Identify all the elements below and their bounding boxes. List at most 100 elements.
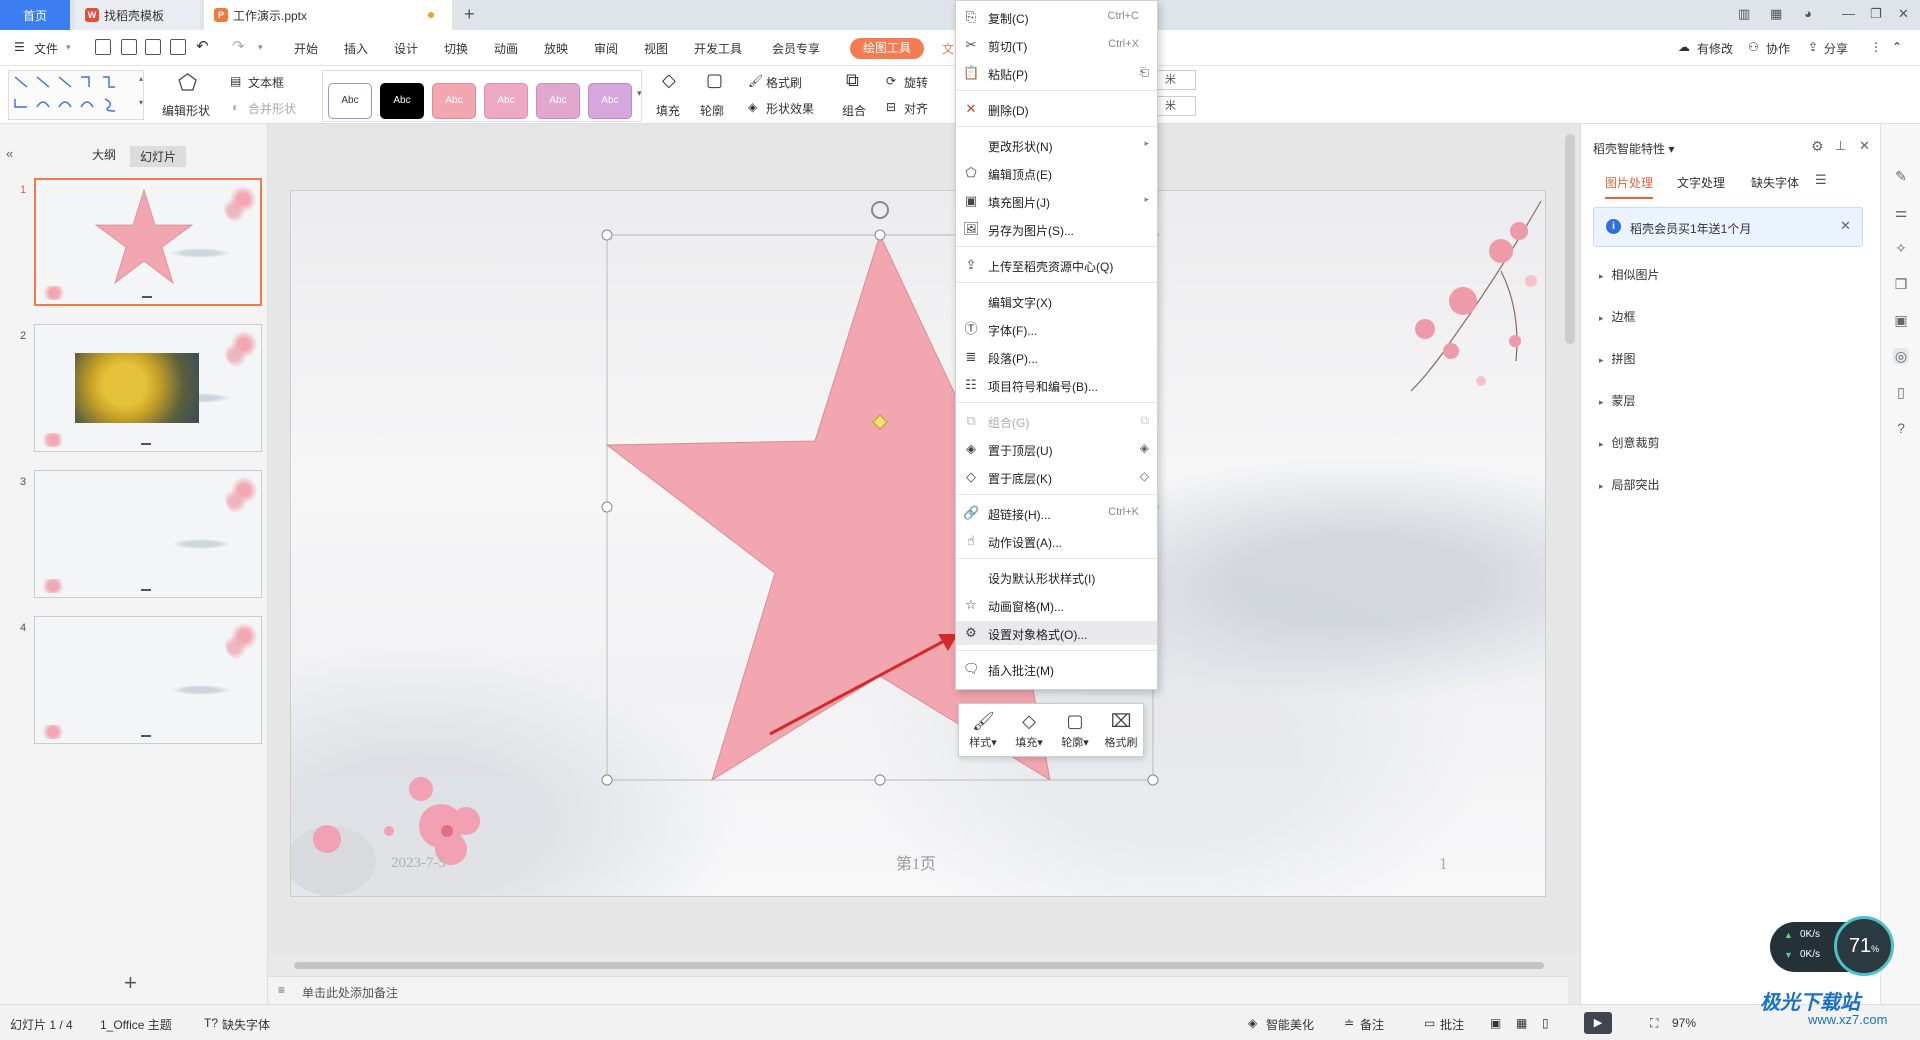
redo-icon[interactable]: ↷: [232, 37, 245, 55]
menu-insert[interactable]: 插入: [344, 40, 368, 57]
tab-docer-templates[interactable]: W 找稻壳模板: [75, 0, 200, 30]
menu-group[interactable]: ⧉ 组合(G) ⧉: [956, 409, 1157, 433]
smart-features-icon[interactable]: ◎: [1893, 348, 1909, 364]
style-gallery-more-icon[interactable]: ▾: [637, 88, 642, 99]
copy-tool-icon[interactable]: ❐: [1893, 276, 1909, 292]
menu-font[interactable]: Ⓣ 字体(F)...: [956, 317, 1157, 341]
menu-change-shape[interactable]: 更改形状(N) ▸: [956, 133, 1157, 157]
slide-page-label[interactable]: 第1页: [896, 850, 936, 874]
menu-bring-to-front[interactable]: ◈ 置于顶层(U) ◈: [956, 437, 1157, 461]
menu-paste[interactable]: 📋 粘贴(P) ⎗: [956, 61, 1157, 85]
edit-shape-button[interactable]: 编辑形状: [162, 102, 210, 119]
quick-access-chevron-icon[interactable]: ▾: [258, 42, 263, 53]
menu-design[interactable]: 设计: [394, 40, 418, 57]
item-border[interactable]: 边框: [1599, 308, 1636, 325]
member-promo-banner[interactable]: i 稻壳会员买1年送1个月 ✕: [1593, 207, 1863, 247]
menu-edit-points[interactable]: ⬠ 编辑顶点(E): [956, 161, 1157, 185]
adjust-icon[interactable]: ⚌: [1893, 204, 1909, 220]
reading-view-icon[interactable]: ▯: [1542, 1016, 1549, 1030]
book-icon[interactable]: ▯: [1893, 384, 1909, 400]
menu-send-to-back[interactable]: ◇ 置于底层(K) ◇: [956, 465, 1157, 489]
slide-thumbnail-2[interactable]: [34, 324, 262, 452]
item-mask[interactable]: 蒙层: [1599, 392, 1636, 409]
image-tool-icon[interactable]: ▣: [1893, 312, 1909, 328]
menu-set-default-style[interactable]: 设为默认形状样式(I): [956, 565, 1157, 589]
menu-text-tools[interactable]: 文: [942, 40, 954, 57]
menu-action-settings[interactable]: ☝ 动作设置(A)...: [956, 529, 1157, 553]
tab-outline[interactable]: 大纲: [92, 146, 116, 163]
slide-thumbnail-4[interactable]: [34, 616, 262, 744]
gallery-scroll-down-icon[interactable]: ▾: [139, 98, 143, 107]
fit-window-icon[interactable]: ⛶: [1650, 1016, 1658, 1031]
layout-icon[interactable]: ▥: [1738, 6, 1750, 22]
menu-transition[interactable]: 切换: [444, 40, 468, 57]
smart-beautify-button[interactable]: 智能美化: [1266, 1016, 1314, 1033]
notes-toggle-button[interactable]: 备注: [1360, 1016, 1384, 1033]
menu-file[interactable]: 文件: [34, 40, 58, 57]
user-avatar-icon[interactable]: ◕: [1804, 6, 1812, 21]
mini-outline-button[interactable]: ▢ 轮廓▾: [1053, 708, 1097, 754]
menu-insert-comment[interactable]: 🗨 插入批注(M): [956, 657, 1157, 681]
menu-delete[interactable]: ✕ 删除(D): [956, 97, 1157, 121]
style-sample-rose[interactable]: Abc: [484, 83, 528, 119]
menu-slideshow[interactable]: 放映: [544, 40, 568, 57]
bring-front-options-icon[interactable]: ◈: [1140, 441, 1149, 455]
item-similar-images[interactable]: 相似图片: [1599, 266, 1660, 283]
paste-options-icon[interactable]: ⎗: [1139, 65, 1149, 80]
memory-usage-gauge[interactable]: 71%: [1834, 916, 1894, 976]
item-collage[interactable]: 拼图: [1599, 350, 1636, 367]
tab-document[interactable]: P 工作演示.pptx: [204, 0, 452, 30]
menu-icon[interactable]: ☰: [1815, 172, 1827, 188]
menu-save-as-picture[interactable]: 🖼 另存为图片(S)...: [956, 217, 1157, 241]
missing-font-button[interactable]: 缺失字体: [222, 1016, 270, 1033]
minimize-icon[interactable]: —: [1842, 6, 1855, 21]
menu-edit-text[interactable]: 编辑文字(X): [956, 289, 1157, 313]
slide-thumbnail-3[interactable]: [34, 470, 262, 598]
menu-view[interactable]: 视图: [644, 40, 668, 57]
style-sample-pink[interactable]: Abc: [432, 83, 476, 119]
menu-upload-docer[interactable]: ⇪ 上传至稻壳资源中心(Q): [956, 253, 1157, 277]
slide-date[interactable]: 2023-7-5: [391, 855, 446, 872]
tab-slides[interactable]: 幻灯片: [130, 146, 187, 167]
normal-view-icon[interactable]: ▣: [1490, 1016, 1501, 1030]
pin-icon[interactable]: ⊥: [1835, 138, 1846, 154]
slide-page-number[interactable]: 1: [1439, 854, 1448, 874]
menu-fill-picture[interactable]: ▣ 填充图片(J) ▸: [956, 189, 1157, 213]
close-panel-icon[interactable]: ✕: [1859, 138, 1870, 154]
tab-missing-fonts[interactable]: 缺失字体: [1751, 174, 1799, 191]
close-banner-icon[interactable]: ✕: [1840, 218, 1851, 234]
more-icon[interactable]: ⋮: [1870, 40, 1882, 54]
pin-tool-icon[interactable]: ✧: [1893, 240, 1909, 256]
undo-icon[interactable]: ↶: [196, 37, 209, 55]
item-creative-crop[interactable]: 创意裁剪: [1599, 434, 1660, 451]
menu-developer[interactable]: 开发工具: [694, 40, 742, 57]
help-icon[interactable]: ?: [1893, 420, 1909, 436]
menu-animation[interactable]: 动画: [494, 40, 518, 57]
collapse-ribbon-icon[interactable]: ⌃: [1892, 40, 1902, 54]
item-local-highlight[interactable]: 局部突出: [1599, 476, 1660, 493]
menu-home[interactable]: 开始: [294, 40, 318, 57]
sorter-view-icon[interactable]: ▦: [1516, 1016, 1527, 1030]
menu-bullets[interactable]: ☷ 项目符号和编号(B)...: [956, 373, 1157, 397]
save-icon[interactable]: [95, 39, 111, 55]
style-sample-mauve[interactable]: Abc: [536, 83, 580, 119]
shape-effect-button[interactable]: 形状效果: [766, 100, 814, 117]
print-icon[interactable]: [145, 39, 161, 55]
comment-button[interactable]: 批注: [1440, 1016, 1464, 1033]
close-window-icon[interactable]: ✕: [1898, 6, 1909, 22]
modified-status[interactable]: 有修改: [1697, 40, 1733, 57]
gallery-scroll-up-icon[interactable]: ▴: [139, 74, 143, 83]
export-pdf-icon[interactable]: [121, 39, 137, 55]
group-button[interactable]: 组合: [842, 102, 866, 119]
tab-text-processing[interactable]: 文字处理: [1677, 174, 1725, 191]
merge-shape-button[interactable]: 合并形状: [248, 100, 296, 117]
notes-bar[interactable]: ≡ 单击此处添加备注: [268, 976, 1568, 1004]
fill-button[interactable]: 填充: [656, 102, 680, 119]
format-painter-button[interactable]: 格式刷: [766, 74, 802, 91]
slide-canvas[interactable]: 2023-7-5 第1页 1: [290, 190, 1546, 897]
menu-animation-pane[interactable]: ☆ 动画窗格(M)...: [956, 593, 1157, 617]
play-slideshow-icon[interactable]: ▶: [1584, 1012, 1612, 1034]
menu-review[interactable]: 审阅: [594, 40, 618, 57]
menu-hyperlink[interactable]: 🔗 超链接(H)... Ctrl+K: [956, 501, 1157, 525]
style-sample-white[interactable]: Abc: [328, 83, 372, 119]
